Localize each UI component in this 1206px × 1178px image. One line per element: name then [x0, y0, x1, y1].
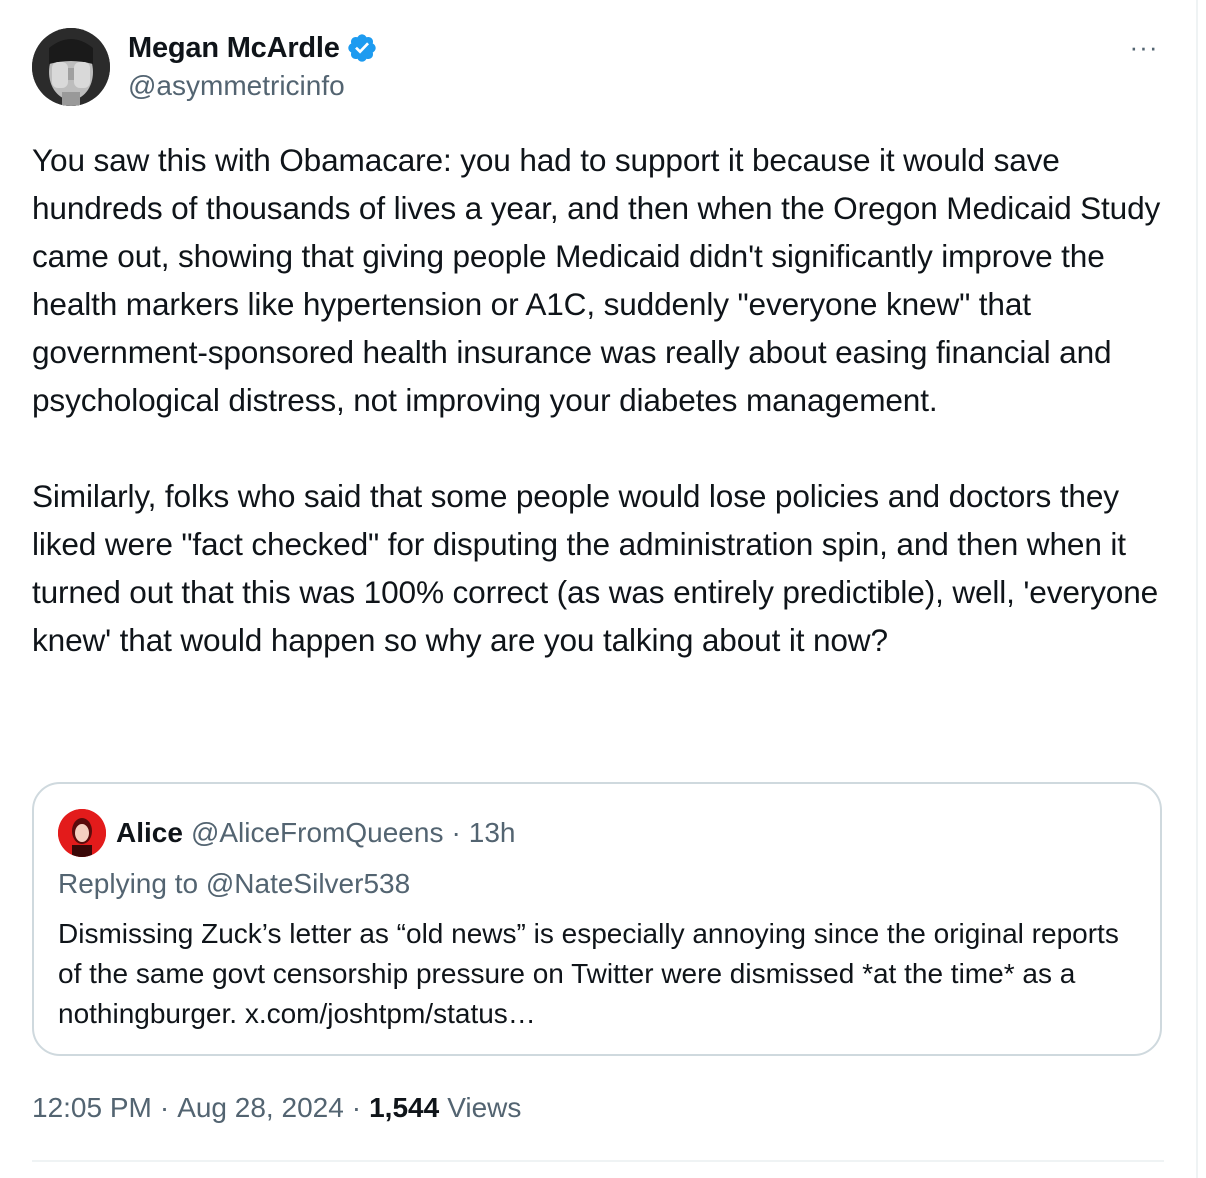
- quoted-author-name[interactable]: Alice: [116, 817, 183, 849]
- quoted-timestamp[interactable]: 13h: [469, 817, 516, 849]
- more-options-button[interactable]: ···: [1124, 32, 1164, 62]
- tweet-paragraph-1: You saw this with Obamacare: you had to …: [32, 142, 1169, 418]
- quoted-avatar-image: [58, 809, 106, 857]
- more-icon: ···: [1129, 31, 1159, 62]
- display-name-row: Megan McArdle: [128, 30, 378, 66]
- author-avatar-image: [32, 28, 110, 106]
- views-label: Views: [447, 1092, 522, 1123]
- views-count: 1,544: [369, 1092, 440, 1123]
- author-handle[interactable]: @asymmetricinfo: [128, 70, 378, 102]
- quoted-tweet-header: Alice @AliceFromQueens · 13h: [58, 808, 516, 858]
- author-name[interactable]: Megan McArdle: [128, 32, 340, 65]
- quoted-author-avatar[interactable]: [58, 809, 106, 857]
- bottom-divider: [32, 1160, 1164, 1162]
- meta-separator-1: ·: [159, 1092, 170, 1123]
- tweet-body: You saw this with Obamacare: you had to …: [32, 136, 1172, 664]
- author-avatar[interactable]: [32, 28, 110, 106]
- quoted-separator: ·: [451, 817, 461, 848]
- tweet-date[interactable]: Aug 28, 2024: [177, 1092, 344, 1124]
- quoted-tweet[interactable]: Alice @AliceFromQueens · 13h Replying to…: [32, 782, 1162, 1056]
- tweet-time[interactable]: 12:05 PM: [32, 1092, 152, 1124]
- timeline-border: [1196, 0, 1198, 1178]
- quoted-author-handle[interactable]: @AliceFromQueens: [191, 817, 444, 849]
- meta-separator-2: ·: [351, 1092, 362, 1123]
- quoted-replying-to: Replying to @NateSilver538: [58, 868, 411, 899]
- author-name-block: Megan McArdle @asymmetricinfo: [128, 30, 378, 102]
- tweet-paragraph-2: Similarly, folks who said that some peop…: [32, 478, 1167, 658]
- verified-badge-icon[interactable]: [346, 32, 378, 64]
- tweet-meta: 12:05 PM · Aug 28, 2024 · 1,544 Views: [32, 1092, 521, 1124]
- tweet-header: Megan McArdle @asymmetricinfo ···: [32, 28, 1164, 108]
- quoted-tweet-text: Dismissing Zuck’s letter as “old news” i…: [58, 918, 1119, 1029]
